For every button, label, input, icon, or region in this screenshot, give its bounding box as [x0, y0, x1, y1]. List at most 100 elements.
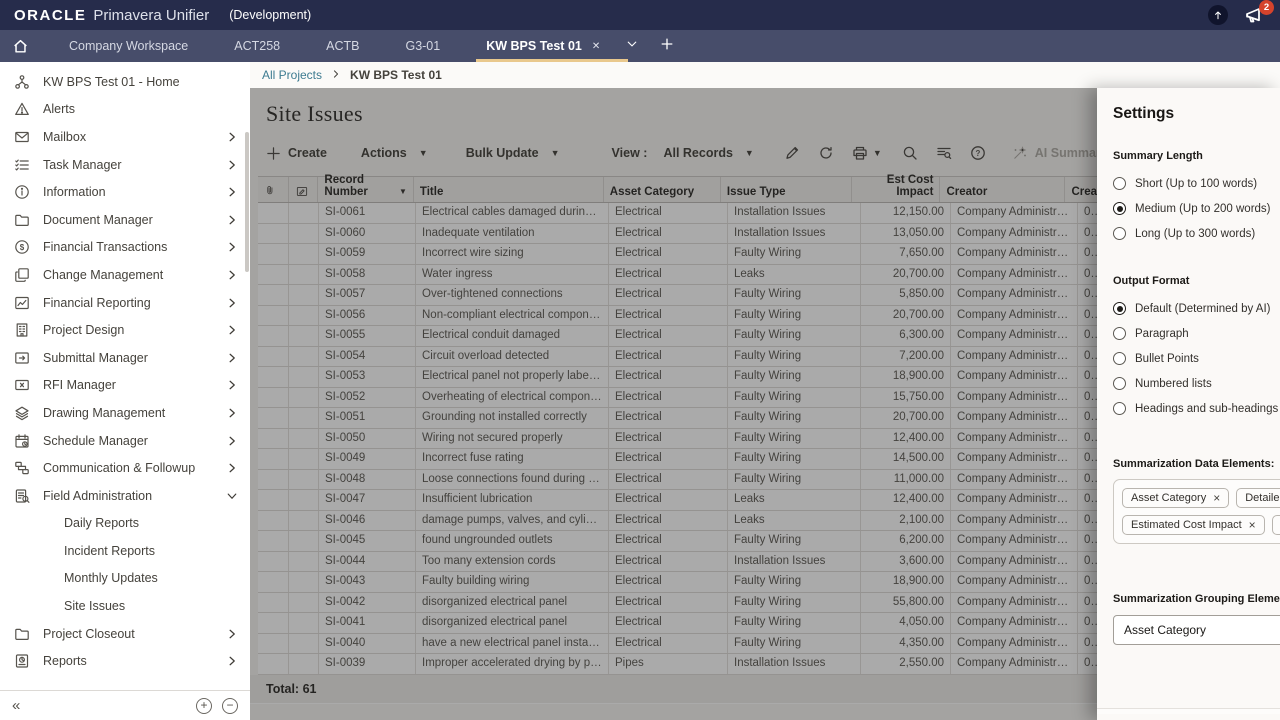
sidebar-item[interactable]: Field Administration — [0, 482, 250, 510]
sidebar-item[interactable]: Daily Reports — [0, 510, 250, 538]
radio-icon[interactable] — [1113, 202, 1126, 215]
output-format-option[interactable]: Bullet Points — [1113, 346, 1280, 371]
sidebar-item[interactable]: Task Manager — [0, 151, 250, 179]
sidebar-item[interactable]: Financial Reporting — [0, 289, 250, 317]
chevron-right-icon — [224, 269, 238, 281]
sidebar-item-label: Document Manager — [43, 213, 224, 227]
data-element-chip[interactable]: Detailed Desc × — [1236, 488, 1280, 508]
summary-length-option[interactable]: Long (Up to 300 words) — [1113, 221, 1280, 246]
workspace-tab[interactable]: Company Workspace ✕ — [69, 30, 188, 62]
chevron-right-icon — [224, 241, 238, 253]
home-tab[interactable] — [12, 30, 29, 62]
report-clock-icon — [14, 653, 32, 669]
sidebar-item[interactable]: KW BPS Test 01 - Home — [0, 68, 250, 96]
app-header: ORACLE Primavera Unifier (Development) 2 — [0, 0, 1280, 30]
chevron-right-icon — [224, 435, 238, 447]
sidebar-item[interactable]: RFI Manager — [0, 372, 250, 400]
sidebar-item[interactable]: Incident Reports — [0, 537, 250, 565]
chart-box-icon — [14, 295, 32, 311]
radio-icon[interactable] — [1113, 352, 1126, 365]
chip-label: Estimated Cost Impact — [1131, 519, 1242, 531]
product-name: Primavera Unifier — [93, 7, 209, 24]
clipboard-magnifier-icon — [14, 488, 32, 504]
data-elements-field[interactable]: Asset Category × Detailed Desc × Estimat… — [1113, 479, 1280, 544]
sidebar-item[interactable]: Change Management — [0, 261, 250, 289]
data-element-chip[interactable]: Estimated Cost Impact × — [1122, 515, 1265, 535]
sidebar-item[interactable]: Mailbox — [0, 123, 250, 151]
radio-icon[interactable] — [1113, 177, 1126, 190]
output-format-option[interactable]: Numbered lists — [1113, 371, 1280, 396]
radio-icon[interactable] — [1113, 402, 1126, 415]
folder-icon — [14, 212, 32, 228]
output-format-option[interactable]: Paragraph — [1113, 321, 1280, 346]
radio-icon[interactable] — [1113, 302, 1126, 315]
data-element-chip[interactable]: Asset Category × — [1122, 488, 1229, 508]
sidebar-item-label: Alerts — [43, 102, 224, 116]
ai-summarize-settings-panel: Settings Summary Length Short (Up to 100… — [1097, 88, 1280, 720]
radio-label: Short (Up to 100 words) — [1135, 178, 1257, 190]
grouping-element-select[interactable]: Asset Category — [1113, 615, 1280, 645]
home-icon — [12, 38, 29, 55]
environment-label: (Development) — [229, 8, 311, 22]
summary-length-option[interactable]: Short (Up to 100 words) — [1113, 171, 1280, 196]
sidebar-item-label: KW BPS Test 01 - Home — [43, 75, 224, 89]
sidebar-item-label: Task Manager — [43, 158, 224, 172]
output-format-option[interactable]: Default (Determined by AI) — [1113, 296, 1280, 321]
unifier-app: ORACLE Primavera Unifier (Development) 2… — [0, 0, 1280, 720]
sidebar-item[interactable]: Communication & Followup — [0, 454, 250, 482]
collapse-all-icon[interactable]: − — [222, 698, 238, 714]
sidebar-item-label: Financial Transactions — [43, 240, 224, 254]
sidebar-item-label: Information — [43, 185, 224, 199]
sidebar-item[interactable]: Site Issues — [0, 592, 250, 620]
workspace-tab[interactable]: G3-01 ✕ — [405, 30, 440, 62]
sidebar-item[interactable]: Document Manager — [0, 206, 250, 234]
output-format-option[interactable]: Headings and sub-headings — [1113, 396, 1280, 421]
workspace-tab[interactable]: ACTB ✕ — [326, 30, 359, 62]
summary-length-option[interactable]: Medium (Up to 200 words) — [1113, 196, 1280, 221]
sidebar-item[interactable]: Project Closeout — [0, 620, 250, 648]
radio-icon[interactable] — [1113, 327, 1126, 340]
workspace-tab[interactable]: ACT258 ✕ — [234, 30, 280, 62]
arrow-up-circle-icon[interactable] — [1208, 5, 1228, 25]
sidebar-item[interactable]: $ Financial Transactions — [0, 234, 250, 262]
tab-close-icon[interactable]: ✕ — [592, 41, 600, 52]
chevron-down-icon — [224, 490, 238, 502]
sidebar-scrollbar[interactable] — [245, 132, 249, 272]
envelope-icon — [14, 129, 32, 145]
radio-label: Headings and sub-headings — [1135, 403, 1278, 415]
document-x-icon — [14, 377, 32, 393]
sidebar-item-label: Daily Reports — [64, 516, 224, 530]
data-element-chip[interactable]: Status × — [1272, 515, 1280, 535]
output-format-label: Output Format — [1113, 275, 1280, 287]
settings-title: Settings — [1113, 105, 1280, 123]
workspace-tabbar: Company Workspace ✕ ACT258 ✕ ACTB ✕ G3-0… — [0, 30, 1280, 62]
stacked-pages-icon — [14, 267, 32, 283]
chevron-right-icon — [224, 159, 238, 171]
sidebar-item[interactable]: Project Design — [0, 316, 250, 344]
sidebar-item-label: Field Administration — [43, 489, 224, 503]
chip-close-icon[interactable]: × — [1213, 493, 1220, 503]
sidebar-item[interactable]: Alerts — [0, 96, 250, 124]
workspace-tab[interactable]: KW BPS Test 01 ✕ — [486, 30, 600, 62]
sidebar-item[interactable]: Monthly Updates — [0, 565, 250, 593]
chip-close-icon[interactable]: × — [1249, 520, 1256, 530]
sidebar-item[interactable]: Submittal Manager — [0, 344, 250, 372]
sidebar-item[interactable]: Reports — [0, 647, 250, 675]
expand-all-icon[interactable]: + — [196, 698, 212, 714]
sidebar-item[interactable]: Schedule Manager — [0, 427, 250, 455]
panel-footer-divider — [1097, 708, 1280, 714]
sidebar-footer: « + − — [0, 690, 250, 720]
tab-list-dropdown[interactable] — [626, 37, 638, 55]
radio-icon[interactable] — [1113, 377, 1126, 390]
sidebar-item[interactable]: Drawing Management — [0, 399, 250, 427]
radio-icon[interactable] — [1113, 227, 1126, 240]
collapse-sidebar-icon[interactable]: « — [12, 697, 20, 714]
announcements-button[interactable]: 2 — [1244, 5, 1266, 25]
breadcrumb: All Projects KW BPS Test 01 — [250, 62, 1280, 88]
svg-text:$: $ — [20, 243, 25, 252]
add-tab-button[interactable] — [660, 37, 674, 56]
warning-triangle-icon — [14, 101, 32, 117]
sidebar-item[interactable]: Information — [0, 178, 250, 206]
breadcrumb-all-projects-link[interactable]: All Projects — [262, 68, 322, 82]
data-elements-label: Summarization Data Elements: — [1113, 458, 1280, 470]
